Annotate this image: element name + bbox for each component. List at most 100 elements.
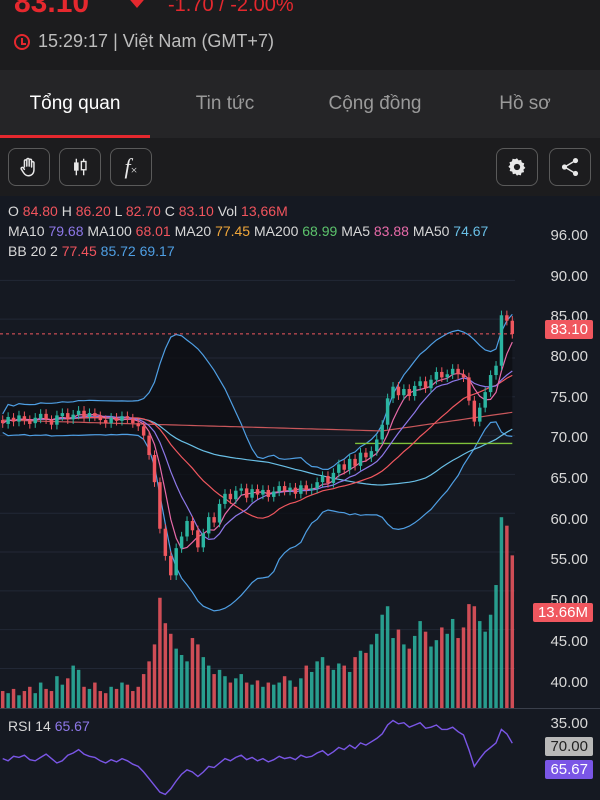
candle-body <box>418 381 422 386</box>
price-chart[interactable]: O 84.80 H 86.20 L 82.70 C 83.10 Vol 13,6… <box>0 196 600 800</box>
volume-bar <box>103 693 108 708</box>
volume-bar <box>234 678 238 708</box>
volume-bar <box>136 686 140 708</box>
clock-icon <box>14 33 30 50</box>
rsi-divider <box>0 708 600 709</box>
volume-bar <box>478 621 482 708</box>
candle-body <box>136 423 140 427</box>
candle-body <box>483 392 487 408</box>
candle-body <box>407 389 412 397</box>
volume-bar <box>396 629 401 708</box>
volume-bar <box>456 638 460 708</box>
candle-body <box>434 371 439 380</box>
volume-bar <box>450 618 455 708</box>
settings-button[interactable] <box>496 148 538 186</box>
volume-bar <box>250 684 254 708</box>
volume-bar <box>304 665 309 708</box>
bollinger-fill <box>2 314 513 611</box>
volume-bar <box>488 614 493 708</box>
volume-bar <box>282 676 287 708</box>
tab-community[interactable]: Cộng đồng <box>300 70 450 138</box>
volume-bar <box>385 606 390 708</box>
volume-bar <box>364 652 368 708</box>
volume-bar <box>212 674 216 708</box>
ohlc-legend: O 84.80 H 86.20 L 82.70 C 83.10 Vol 13,6… <box>8 203 288 219</box>
candle-body <box>244 488 249 498</box>
function-icon: f× <box>124 154 138 179</box>
candle-body <box>190 520 195 531</box>
volume-bar <box>228 682 233 708</box>
candle-body <box>228 493 233 500</box>
candle-body <box>179 536 184 549</box>
candle-body <box>185 520 189 537</box>
volume-bar <box>169 633 173 708</box>
candle-body <box>261 489 265 495</box>
candle-body <box>120 416 124 421</box>
indicators-button[interactable]: f× <box>110 148 152 186</box>
candle-body <box>217 503 222 523</box>
candle-body <box>147 435 151 455</box>
volume-bar <box>17 695 21 708</box>
volume-bar <box>331 669 336 708</box>
share-button[interactable] <box>549 148 591 186</box>
candle-body <box>272 491 276 497</box>
volume-bar <box>44 688 48 708</box>
candle-body <box>412 385 417 397</box>
candle-body <box>28 420 32 424</box>
candle-body <box>109 417 113 424</box>
volume-bar <box>391 638 395 708</box>
price-axis-label: 96.00 <box>550 227 588 244</box>
share-icon <box>561 158 579 176</box>
candle-body <box>499 315 504 366</box>
candle-body <box>141 426 146 436</box>
candle-body <box>169 555 173 576</box>
volume-bar <box>131 691 135 708</box>
volume-bar <box>93 682 97 708</box>
price-axis-label: 60.00 <box>550 511 588 528</box>
candle-body <box>206 517 211 534</box>
candle-body <box>375 439 379 452</box>
bb-legend: BB 20 2 77.45 85.72 69.17 <box>8 243 175 259</box>
candle-body <box>82 410 86 417</box>
candle-body <box>429 379 433 389</box>
price-axis-label: 55.00 <box>550 551 588 568</box>
rsi-legend: RSI 14 65.67 <box>8 718 90 734</box>
volume-bar <box>190 638 195 708</box>
volume-bar <box>418 621 422 708</box>
rsi-axis-35: 35.00 <box>550 715 588 732</box>
candle-body <box>87 413 92 417</box>
volume-bar <box>49 691 54 708</box>
candle-body <box>299 485 303 494</box>
candle-body <box>505 315 509 321</box>
volume-bar <box>179 655 184 708</box>
volume-bar <box>380 614 384 708</box>
candle-body <box>456 368 460 375</box>
volume-bar <box>467 604 471 708</box>
hand-tool-button[interactable] <box>8 148 50 186</box>
last-price: 83.10 <box>14 0 90 19</box>
candle-body <box>391 386 395 399</box>
candle-body <box>450 368 455 375</box>
candle-body <box>326 475 330 483</box>
candle-body <box>93 413 97 417</box>
candle-body <box>223 493 227 504</box>
volume-bar <box>255 680 260 708</box>
volume-bar <box>244 682 249 708</box>
volume-bar <box>38 682 43 708</box>
candle-body <box>174 548 178 576</box>
volume-bar <box>217 669 222 708</box>
volume-bar <box>60 684 65 708</box>
candle-body <box>494 365 498 376</box>
chart-canvas[interactable] <box>0 196 600 800</box>
tab-news[interactable]: Tin tức <box>150 70 300 138</box>
tab-overview[interactable]: Tổng quan <box>0 70 150 138</box>
volume-bar <box>239 674 243 708</box>
candle-body <box>467 377 471 401</box>
tab-profile[interactable]: Hồ sơ <box>450 70 600 138</box>
price-axis-label: 40.00 <box>550 674 588 691</box>
volume-bar <box>472 606 477 708</box>
candle-body <box>364 452 368 458</box>
candle-type-button[interactable] <box>59 148 101 186</box>
candle-body <box>358 452 363 466</box>
candle-body <box>304 485 309 490</box>
